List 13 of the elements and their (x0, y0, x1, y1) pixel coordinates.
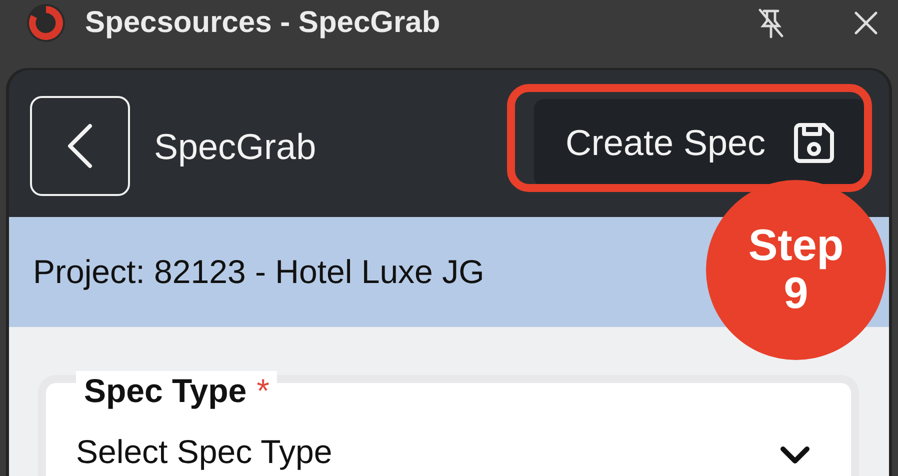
app-logo-icon (25, 2, 67, 44)
create-spec-button[interactable]: Create Spec (534, 99, 867, 187)
unpin-icon[interactable] (756, 7, 786, 39)
close-icon[interactable] (854, 11, 878, 35)
required-mark: * (256, 371, 270, 411)
select-placeholder: Select Spec Type (76, 433, 332, 471)
page-title: SpecGrab (154, 126, 318, 168)
save-icon (792, 121, 836, 165)
back-button[interactable] (30, 96, 130, 196)
chevron-down-icon (779, 445, 811, 465)
window-title: Specsources - SpecGrab (85, 6, 442, 40)
project-label: Project: 82123 - Hotel Luxe JG (33, 253, 484, 291)
field-label: Spec Type (84, 371, 247, 411)
